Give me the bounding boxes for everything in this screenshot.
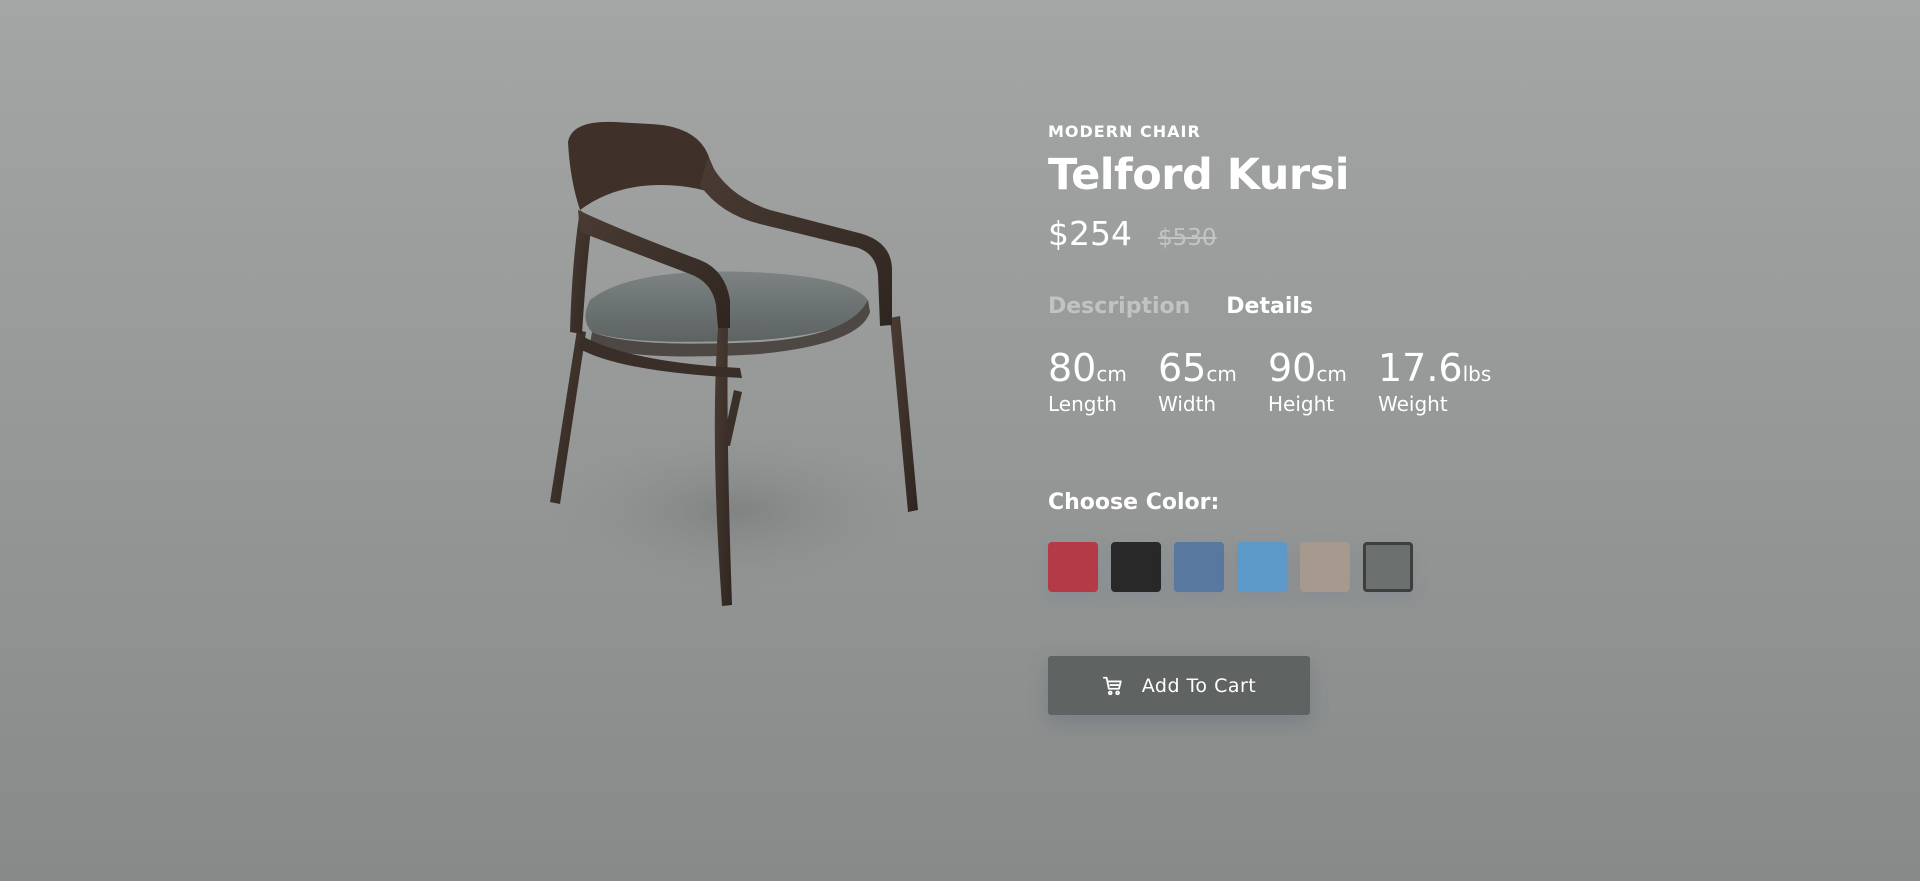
color-swatches xyxy=(1048,542,1413,592)
dimension-length: 80cm Length xyxy=(1048,346,1158,416)
original-price: $530 xyxy=(1157,225,1217,251)
dimension-unit: cm xyxy=(1096,362,1127,386)
dimension-label: Width xyxy=(1158,392,1217,416)
dimension-label: Weight xyxy=(1378,392,1448,416)
add-to-cart-label: Add To Cart xyxy=(1141,674,1257,697)
dimension-value: 17.6 xyxy=(1378,346,1463,390)
price-block: $254 $530 xyxy=(1048,214,1217,253)
dimension-unit: cm xyxy=(1316,362,1347,386)
product-title: Telford Kursi xyxy=(1048,150,1349,200)
color-swatch-light-blue[interactable] xyxy=(1237,542,1287,592)
color-swatch-red[interactable] xyxy=(1048,542,1098,592)
color-swatch-beige[interactable] xyxy=(1300,542,1350,592)
tab-details[interactable]: Details xyxy=(1226,294,1313,319)
add-to-cart-button[interactable]: Add To Cart xyxy=(1048,656,1310,715)
dimension-unit: lbs xyxy=(1462,362,1492,386)
color-swatch-black[interactable] xyxy=(1111,542,1161,592)
chair-image xyxy=(545,121,925,606)
color-swatch-denim[interactable] xyxy=(1174,542,1224,592)
current-price: $254 xyxy=(1048,214,1132,253)
cart-icon xyxy=(1102,676,1122,695)
dimension-unit: cm xyxy=(1206,362,1237,386)
tab-description[interactable]: Description xyxy=(1048,294,1190,319)
dimension-height: 90cm Height xyxy=(1268,346,1378,416)
dimensions: 80cm Length 65cm Width 90cm Height 17.6l… xyxy=(1048,346,1491,416)
dimension-width: 65cm Width xyxy=(1158,346,1268,416)
product-category: MODERN CHAIR xyxy=(1048,122,1201,141)
dimension-value: 90 xyxy=(1268,346,1317,390)
dimension-weight: 17.6lbs Weight xyxy=(1378,346,1491,416)
dimension-label: Length xyxy=(1048,392,1117,416)
dimension-label: Height xyxy=(1268,392,1335,416)
dimension-value: 65 xyxy=(1158,346,1207,390)
color-swatch-gray[interactable] xyxy=(1363,542,1413,592)
dimension-value: 80 xyxy=(1048,346,1097,390)
product-tabs: Description Details xyxy=(1048,294,1313,319)
choose-color-label: Choose Color: xyxy=(1048,490,1220,515)
